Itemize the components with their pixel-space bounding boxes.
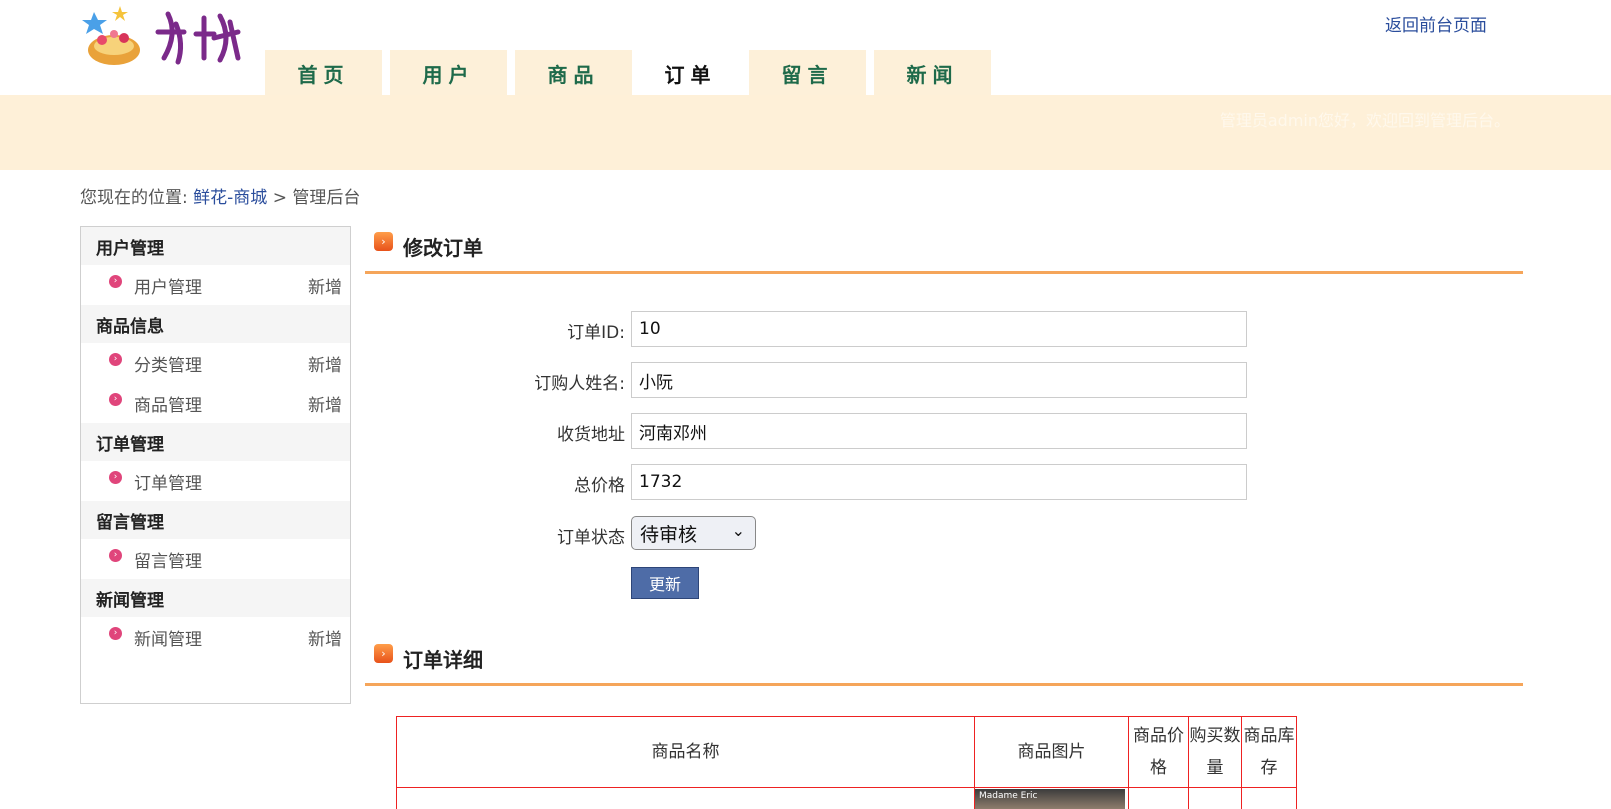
bullet-arrow-icon: › (109, 548, 122, 562)
sidebar-group-products: 商品信息 (81, 305, 350, 343)
sidebar-item-label[interactable]: 商品管理 (134, 391, 308, 416)
order-status-select[interactable]: 待审核 ⌄ (631, 516, 756, 550)
col-product-price: 商品价格 (1128, 716, 1189, 788)
sidebar-item-news-manage[interactable]: › 新闻管理 新增 (81, 617, 350, 657)
sidebar-add-user-link[interactable]: 新增 (308, 273, 342, 298)
breadcrumb-prefix: 您现在的位置: (80, 188, 188, 208)
sidebar-item-label[interactable]: 订单管理 (134, 469, 342, 494)
breadcrumb-separator: > (272, 188, 287, 208)
bullet-arrow-icon: › (109, 274, 122, 288)
cell-stock (1241, 787, 1297, 809)
cell-product-image: Madame Eric (974, 787, 1129, 809)
header-banner: 管理员admin您好，欢迎回到管理后台。 (0, 95, 1611, 170)
col-quantity: 购买数量 (1188, 716, 1242, 788)
tab-messages[interactable]: 留言 (749, 50, 866, 96)
flower-logo-icon (82, 6, 241, 65)
total-price-label: 总价格 (574, 476, 625, 496)
sidebar-group-orders: 订单管理 (81, 423, 350, 461)
form-row-order-id: 订单ID: (365, 311, 1265, 347)
sidebar-item-user-manage[interactable]: › 用户管理 新增 (81, 265, 350, 305)
table-row: Madame Eric (396, 787, 1297, 809)
sidebar-item-label[interactable]: 新闻管理 (134, 625, 308, 650)
sidebar-item-product-manage[interactable]: › 商品管理 新增 (81, 383, 350, 423)
sidebar-item-category-manage[interactable]: › 分类管理 新增 (81, 343, 350, 383)
breadcrumb-current: 管理后台 (292, 188, 361, 208)
col-product-image: 商品图片 (974, 716, 1129, 788)
thumbnail-caption: Madame Eric (979, 790, 1038, 801)
buyer-name-input[interactable] (631, 362, 1247, 398)
bullet-arrow-icon: › (109, 626, 122, 640)
col-stock: 商品库存 (1241, 716, 1297, 788)
sidebar-item-label[interactable]: 留言管理 (134, 547, 342, 572)
cell-product-name (396, 787, 975, 809)
section-title: 修改订单 (403, 236, 483, 260)
sidebar-item-label[interactable]: 分类管理 (134, 351, 308, 376)
order-id-input[interactable] (631, 311, 1247, 347)
product-thumbnail[interactable]: Madame Eric (975, 788, 1125, 809)
edit-order-heading: › 修改订单 (365, 224, 1523, 274)
tab-news[interactable]: 新闻 (874, 50, 991, 96)
bullet-arrow-icon: › (109, 352, 122, 366)
order-detail-heading: › 订单详细 (365, 636, 1523, 686)
col-product-name: 商品名称 (396, 716, 975, 788)
section-arrow-icon: › (374, 232, 393, 251)
breadcrumb: 您现在的位置: 鲜花-商城 > 管理后台 (80, 183, 360, 208)
order-id-label: 订单ID: (567, 323, 625, 343)
tab-orders[interactable]: 订单 (640, 50, 741, 96)
order-detail-table: 商品名称 商品图片 商品价格 购买数量 商品库存 Madame Eric (396, 716, 1297, 809)
buyer-name-label: 订购人姓名: (534, 374, 625, 394)
address-label: 收货地址 (557, 425, 625, 445)
total-price-input[interactable] (631, 464, 1247, 500)
cell-quantity (1188, 787, 1242, 809)
table-header-row: 商品名称 商品图片 商品价格 购买数量 商品库存 (396, 716, 1297, 788)
update-button[interactable]: 更新 (631, 567, 699, 599)
sidebar-group-users: 用户管理 (81, 227, 350, 265)
bullet-arrow-icon: › (109, 392, 122, 406)
chevron-down-icon: ⌄ (731, 521, 745, 540)
form-row-status: 订单状态 待审核 ⌄ (365, 516, 1265, 552)
breadcrumb-site-link[interactable]: 鲜花-商城 (193, 188, 267, 208)
form-row-buyer: 订购人姓名: (365, 362, 1265, 398)
bullet-arrow-icon: › (109, 470, 122, 484)
back-to-frontend-link[interactable]: 返回前台页面 (1385, 11, 1487, 36)
sidebar: 用户管理 › 用户管理 新增 商品信息 › 分类管理 新增 › 商品管理 新增 … (80, 226, 351, 704)
sidebar-add-product-link[interactable]: 新增 (308, 391, 342, 416)
sidebar-item-message-manage[interactable]: › 留言管理 (81, 539, 350, 579)
site-logo[interactable] (80, 4, 258, 70)
form-row-total: 总价格 (365, 464, 1265, 500)
section-arrow-icon: › (374, 644, 393, 663)
sidebar-group-news: 新闻管理 (81, 579, 350, 617)
sidebar-add-news-link[interactable]: 新增 (308, 625, 342, 650)
sidebar-item-order-manage[interactable]: › 订单管理 (81, 461, 350, 501)
form-row-address: 收货地址 (365, 413, 1265, 449)
main-nav: 首页 用户 商品 订单 留言 新闻 (265, 50, 991, 96)
tab-users[interactable]: 用户 (390, 50, 507, 96)
sidebar-item-label[interactable]: 用户管理 (134, 273, 308, 298)
tab-products[interactable]: 商品 (515, 50, 632, 96)
sidebar-group-messages: 留言管理 (81, 501, 350, 539)
cell-product-price (1128, 787, 1189, 809)
address-input[interactable] (631, 413, 1247, 449)
welcome-message: 管理员admin您好，欢迎回到管理后台。 (1219, 111, 1510, 130)
section-title: 订单详细 (403, 648, 483, 672)
tab-home[interactable]: 首页 (265, 50, 382, 96)
order-status-value: 待审核 (640, 523, 698, 546)
sidebar-add-category-link[interactable]: 新增 (308, 351, 342, 376)
admin-page: 返回前台页面 首页 用户 商品 订单 留言 新闻 管理员admin您好，欢迎回到… (0, 0, 1611, 809)
order-status-label: 订单状态 (557, 528, 625, 548)
